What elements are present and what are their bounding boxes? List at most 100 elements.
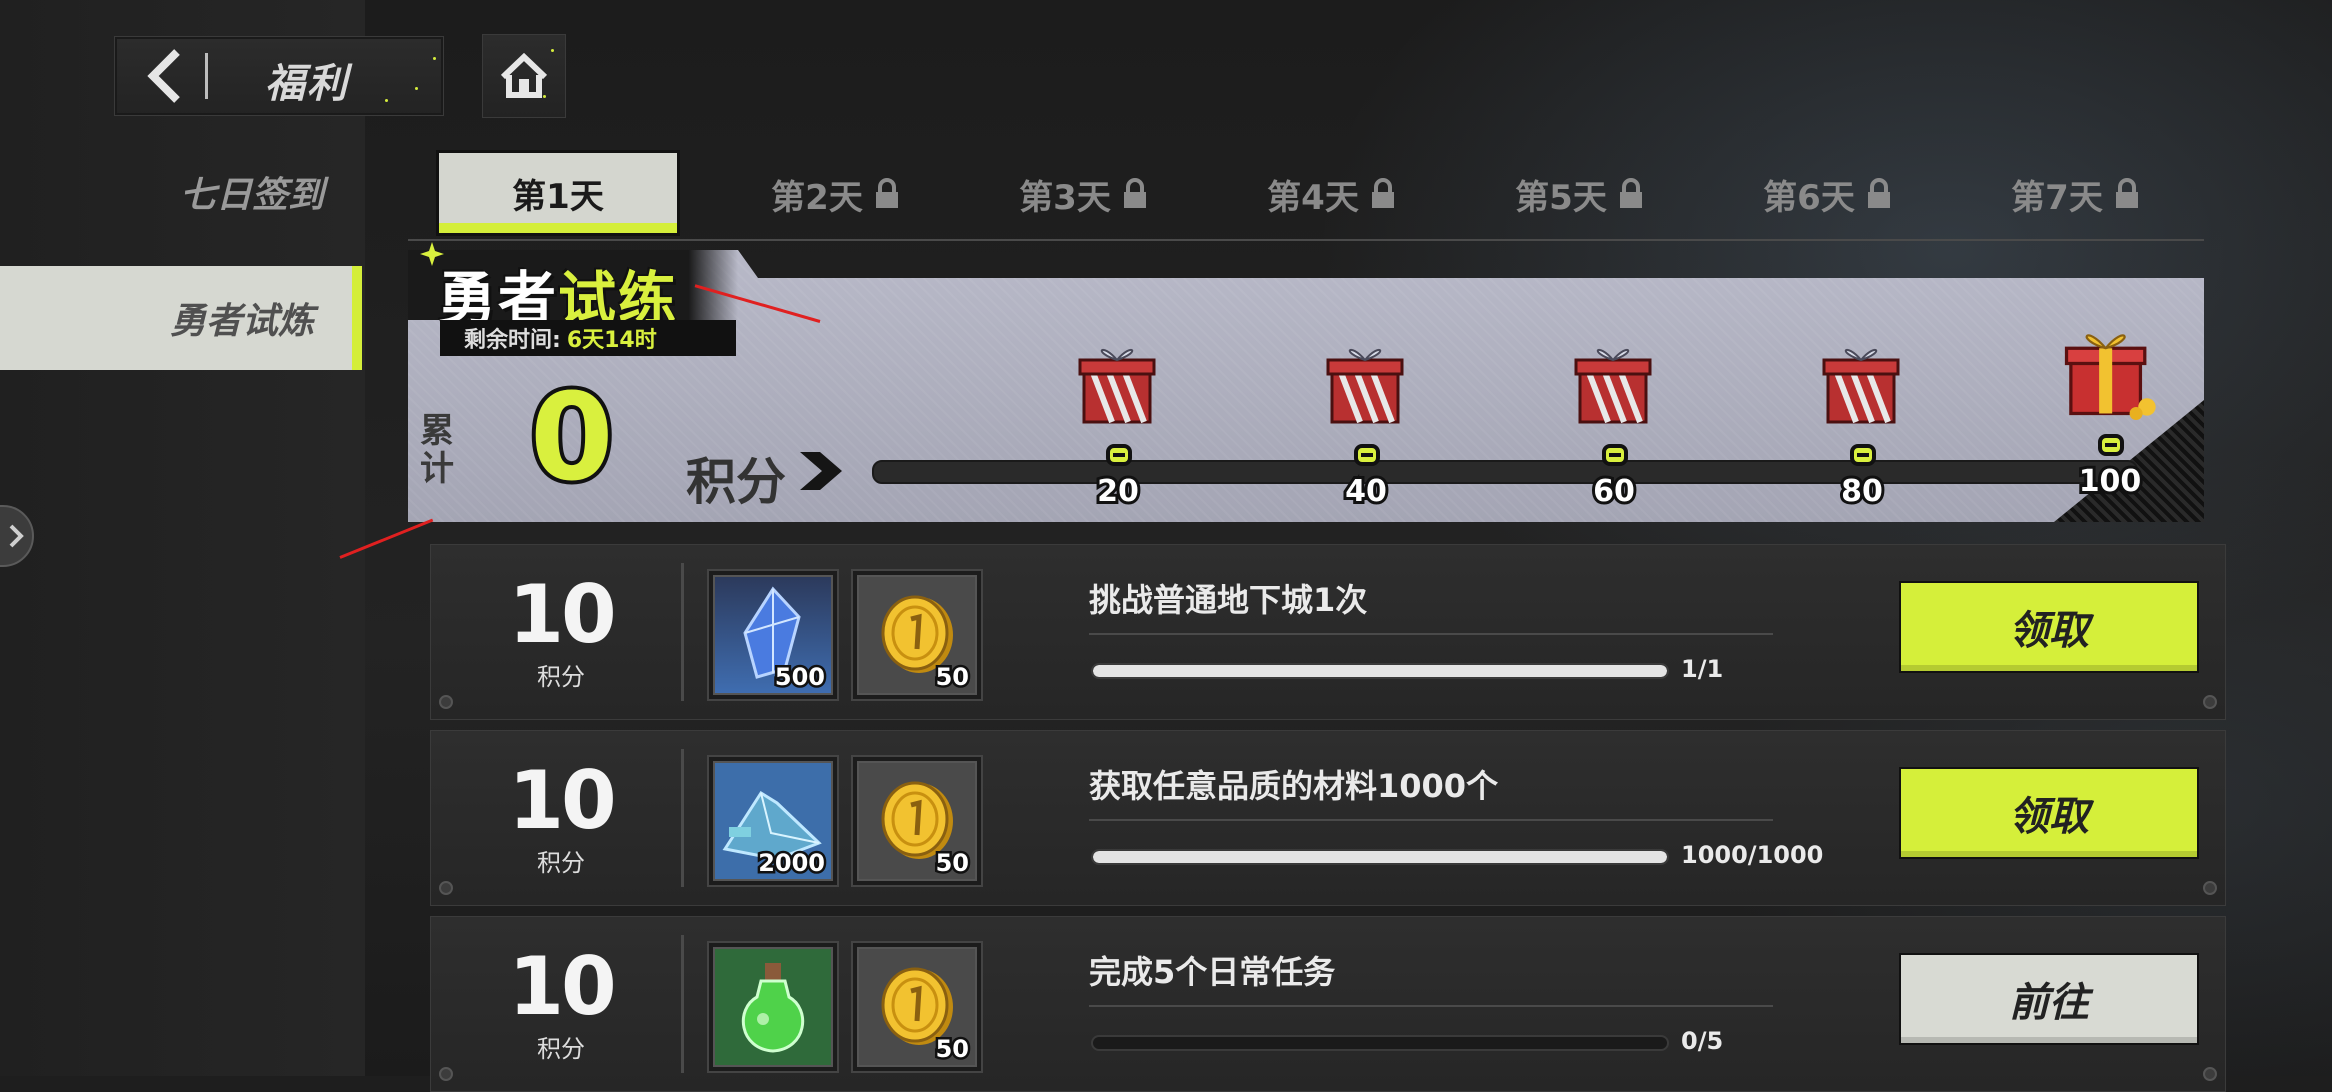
gift-box-icon <box>1822 348 1900 424</box>
tab-label: 第7天 <box>2011 177 2103 218</box>
claim-button[interactable]: 领取 <box>1899 581 2199 673</box>
divider <box>1089 633 1773 635</box>
tab-day-2[interactable]: 第2天 <box>736 154 936 234</box>
tab-day-4[interactable]: 第4天 <box>1232 154 1432 234</box>
home-icon <box>500 53 548 98</box>
remaining-time-value: 6天14时 <box>566 328 657 353</box>
reward-quantity: 50 <box>933 661 971 694</box>
reward-item[interactable] <box>713 947 833 1067</box>
tab-label: 第5天 <box>1515 177 1607 218</box>
chevron-right-icon <box>800 452 842 490</box>
task-description: 获取任意品质的材料1000个 <box>1089 767 1499 805</box>
tab-label: 第1天 <box>512 176 604 217</box>
task-progress-count: 0/5 <box>1681 1027 1724 1055</box>
decorative-rivet <box>2203 881 2217 895</box>
reward-item[interactable]: 500 <box>713 575 833 695</box>
lock-icon <box>2115 178 2138 208</box>
milestone-value: 20 <box>1094 471 1142 512</box>
divider <box>205 53 208 99</box>
reward-item[interactable]: 50 <box>857 761 977 881</box>
lock-icon <box>875 178 898 208</box>
lock-icon <box>1867 178 1890 208</box>
task-row: 10 积分 500 50 挑战普通地下城1次 1/1 领取 <box>430 544 2226 720</box>
task-points: 10 积分 <box>491 945 631 1064</box>
go-button[interactable]: 前往 <box>1899 953 2199 1045</box>
home-button[interactable] <box>482 34 566 118</box>
gift-box-icon <box>1574 348 1652 424</box>
cumulative-score: 0 <box>526 369 618 508</box>
back-button[interactable]: 福利 <box>114 36 444 116</box>
lock-icon <box>1123 178 1146 208</box>
sidebar-item-seven-day-checkin[interactable]: 七日签到 <box>0 140 362 244</box>
lock-icon <box>1371 178 1394 208</box>
reward-quantity: 50 <box>933 1033 971 1066</box>
gift-box-icon <box>1326 348 1404 424</box>
task-progress-bar <box>1091 849 1669 865</box>
task-points-label: 积分 <box>537 849 585 877</box>
tab-day-5[interactable]: 第5天 <box>1480 154 1680 234</box>
remaining-time: 剩余时间: 6天14时 <box>440 320 736 356</box>
tab-day-6[interactable]: 第6天 <box>1728 154 1928 234</box>
milestone-value: 100 <box>2076 461 2145 502</box>
task-progress-bar <box>1091 663 1669 679</box>
reward-item[interactable]: 2000 <box>713 761 833 881</box>
task-points: 10 积分 <box>491 759 631 878</box>
milestone-marker <box>1850 444 1876 466</box>
decorative-rivet <box>439 881 453 895</box>
chevron-right-icon <box>9 524 24 548</box>
milestone-value: 60 <box>1590 471 1638 512</box>
task-progress-count: 1000/1000 <box>1681 841 1824 869</box>
task-row: 10 积分 50 完成5个日常任务 0/5 前往 <box>430 916 2226 1092</box>
tab-label: 第3天 <box>1019 177 1111 218</box>
tab-day-7[interactable]: 第7天 <box>1976 154 2176 234</box>
remaining-time-label: 剩余时间: <box>464 328 561 353</box>
back-arrow-icon <box>135 43 195 109</box>
gold-gift-box-icon <box>2064 334 2156 420</box>
task-points: 10 积分 <box>491 573 631 692</box>
task-progress-bar <box>1091 1035 1669 1051</box>
divider <box>681 563 684 701</box>
task-progress-fill <box>1093 665 1667 677</box>
tab-divider <box>408 239 2204 241</box>
task-points-value: 10 <box>508 940 616 1033</box>
sidebar-item-hero-trial[interactable]: 勇者试炼 <box>0 266 362 370</box>
reward-quantity: 50 <box>933 847 971 880</box>
tab-day-3[interactable]: 第3天 <box>984 154 1184 234</box>
divider <box>1089 819 1773 821</box>
page-title: 福利 <box>265 61 349 107</box>
milestone-marker <box>2098 434 2124 456</box>
task-points-label: 积分 <box>537 663 585 691</box>
task-description: 挑战普通地下城1次 <box>1089 581 1368 619</box>
task-description: 完成5个日常任务 <box>1089 953 1336 991</box>
gift-box-icon <box>1078 348 1156 424</box>
tab-label: 第4天 <box>1267 177 1359 218</box>
reward-item[interactable]: 50 <box>857 575 977 695</box>
task-points-label: 积分 <box>537 1035 585 1063</box>
divider <box>681 935 684 1073</box>
milestone-marker <box>1106 444 1132 466</box>
decorative-rivet <box>439 695 453 709</box>
tab-day-1[interactable]: 第1天 <box>436 150 680 236</box>
reward-item[interactable]: 50 <box>857 947 977 1067</box>
divider <box>1089 1005 1773 1007</box>
task-progress-fill <box>1093 851 1667 863</box>
tab-label: 第6天 <box>1763 177 1855 218</box>
task-progress-count: 1/1 <box>1681 655 1724 683</box>
task-points-value: 10 <box>508 568 616 661</box>
tab-label: 第2天 <box>771 177 863 218</box>
cumulative-label: 累计 <box>420 411 454 489</box>
milestone-marker <box>1602 444 1628 466</box>
divider <box>681 749 684 887</box>
claim-button[interactable]: 领取 <box>1899 767 2199 859</box>
task-points-value: 10 <box>508 754 616 847</box>
milestone-value: 40 <box>1342 471 1390 512</box>
decorative-rivet <box>2203 695 2217 709</box>
score-label: 积分 <box>686 453 786 511</box>
reward-quantity: 500 <box>772 661 827 694</box>
decorative-rivet <box>439 1067 453 1081</box>
milestone-marker <box>1354 444 1380 466</box>
milestone-value: 80 <box>1838 471 1886 512</box>
decorative-rivet <box>2203 1067 2217 1081</box>
lock-icon <box>1619 178 1642 208</box>
reward-quantity: 2000 <box>756 847 828 880</box>
